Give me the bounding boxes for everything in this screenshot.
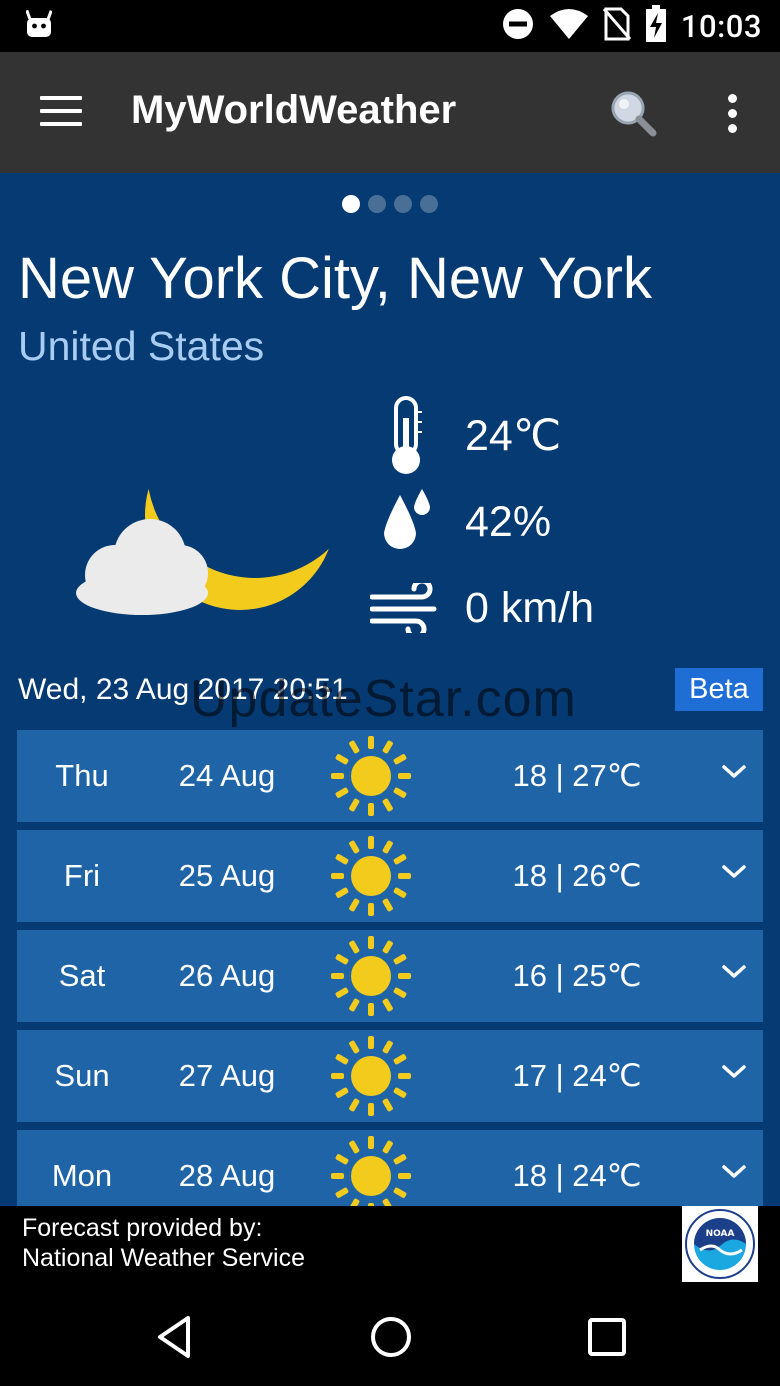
forecast-temps: 18 | 27℃ (512, 758, 642, 793)
humidity-row: 42% (370, 486, 730, 558)
sun-icon (331, 736, 411, 816)
chevron-down-icon[interactable] (721, 763, 747, 781)
wind-icon (370, 572, 442, 644)
attribution-provider: National Weather Service (22, 1244, 306, 1272)
forecast-row[interactable]: Sat 26 Aug 16 | 25℃ (17, 930, 763, 1022)
battery-charging-icon (645, 5, 667, 47)
noaa-logo-text: NOAA (706, 1229, 735, 1239)
forecast-date: 25 Aug (178, 858, 276, 893)
recents-icon[interactable] (582, 1312, 632, 1362)
chevron-down-icon[interactable] (721, 1163, 747, 1181)
wifi-icon (549, 8, 589, 44)
humidity-drop-icon (370, 486, 442, 558)
menu-icon[interactable] (40, 96, 82, 126)
page-dot (368, 195, 386, 213)
sun-icon (331, 936, 411, 1016)
forecast-row[interactable]: Fri 25 Aug 18 | 26℃ (17, 830, 763, 922)
temperature-row: 24℃ (370, 396, 730, 474)
status-bar: 10:03 (0, 0, 780, 52)
forecast-date: 27 Aug (178, 1058, 276, 1093)
forecast-temps: 16 | 25℃ (512, 958, 642, 993)
chevron-down-icon[interactable] (721, 963, 747, 981)
noaa-logo[interactable]: NOAA (682, 1206, 758, 1282)
forecast-temps: 18 | 26℃ (512, 858, 642, 893)
attribution-footer: Forecast provided by: National Weather S… (0, 1206, 780, 1290)
attribution-label: Forecast provided by: (22, 1214, 263, 1242)
forecast-day: Mon (51, 1158, 113, 1193)
android-icon (25, 9, 53, 42)
temperature-value: 24℃ (465, 412, 562, 460)
sun-icon (331, 836, 411, 916)
city-name: New York City, New York (18, 246, 652, 311)
forecast-day: Sat (58, 958, 106, 993)
forecast-day: Sun (54, 1058, 110, 1093)
sun-icon (331, 1036, 411, 1116)
forecast-row[interactable]: Mon 28 Aug 18 | 24℃ (17, 1130, 763, 1206)
forecast-date: 24 Aug (178, 758, 276, 793)
wind-row: 0 km/h (370, 572, 730, 644)
forecast-day: Fri (63, 858, 101, 893)
forecast-list: Thu 24 Aug 18 | 27℃ Fri 25 Aug 18 | 26℃ Sat 26 … (17, 730, 763, 1206)
page-dot-active (342, 195, 360, 213)
forecast-row[interactable]: Thu 24 Aug 18 | 27℃ (17, 730, 763, 822)
thermometer-icon (370, 396, 442, 474)
back-icon[interactable] (152, 1312, 202, 1362)
humidity-value: 42% (465, 497, 552, 546)
forecast-date: 26 Aug (178, 958, 276, 993)
dnd-icon (501, 7, 535, 45)
beta-badge: Beta (675, 668, 763, 711)
chevron-down-icon[interactable] (721, 1063, 747, 1081)
more-vert-icon[interactable] (726, 94, 740, 134)
forecast-temps: 18 | 24℃ (512, 1158, 642, 1193)
country-name: United States (18, 323, 265, 369)
forecast-date: 28 Aug (178, 1158, 276, 1193)
app-title: MyWorldWeather (131, 88, 457, 132)
observation-time: Wed, 23 Aug 2017 20:51 (18, 673, 348, 706)
status-time: 10:03 (680, 7, 762, 45)
moon-cloud-icon (70, 415, 340, 625)
page-dot (420, 195, 438, 213)
forecast-temps: 17 | 24℃ (512, 1058, 642, 1093)
wind-value: 0 km/h (465, 583, 595, 632)
page-dot (394, 195, 412, 213)
app-bar: MyWorldWeather (0, 52, 780, 173)
forecast-day: Thu (55, 758, 109, 793)
page-indicator (0, 195, 780, 213)
navigation-bar (0, 1290, 780, 1386)
no-sim-icon (602, 7, 631, 45)
search-icon[interactable] (608, 88, 658, 138)
sun-icon (331, 1136, 411, 1206)
home-icon[interactable] (366, 1312, 416, 1362)
forecast-row[interactable]: Sun 27 Aug 17 | 24℃ (17, 1030, 763, 1122)
weather-panel[interactable]: New York City, New York United States 24… (0, 173, 780, 1206)
chevron-down-icon[interactable] (721, 863, 747, 881)
